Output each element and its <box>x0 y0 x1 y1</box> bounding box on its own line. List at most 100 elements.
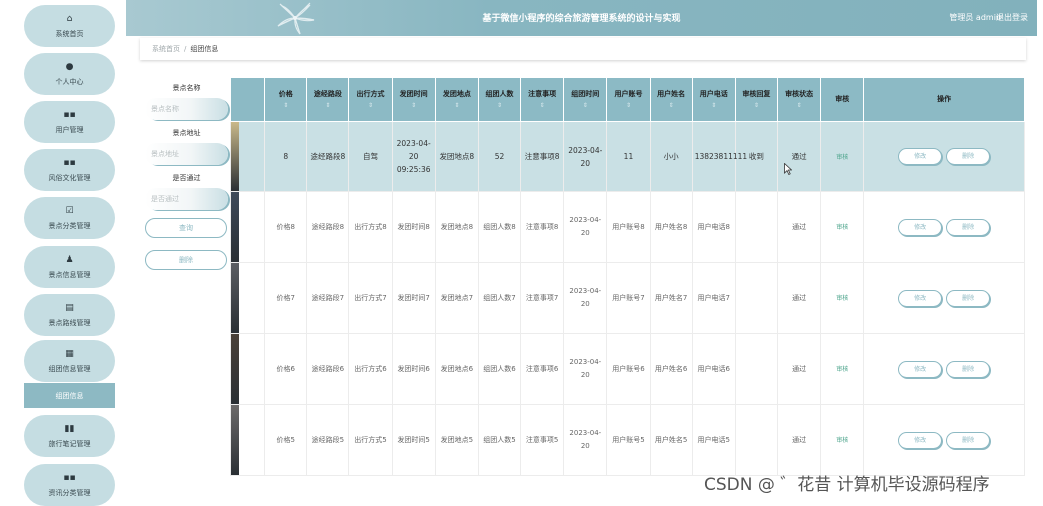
sidebar-item[interactable]: ▪▪ 资讯分类管理 <box>24 464 115 506</box>
sidebar-item[interactable]: ▤ 景点路线管理 <box>24 294 115 336</box>
column-header[interactable]: 注意事项 ⇕ <box>520 77 565 122</box>
column-header[interactable]: 用户电话 ⇕ <box>691 77 736 122</box>
edit-button[interactable]: 修改 <box>898 148 943 165</box>
logout-link[interactable]: 退出登录 <box>996 12 1028 23</box>
delete-button[interactable]: 删除 <box>946 289 991 307</box>
cell-depart-place: 发团地点6 <box>434 333 479 405</box>
sort-icon[interactable]: ⇕ <box>607 100 649 111</box>
audit-link[interactable]: 审核 <box>836 295 848 302</box>
column-header[interactable]: 审核状态 ⇕ <box>776 77 822 122</box>
cell-phone: 用户电话5 <box>691 404 736 476</box>
cell-count: 组团人数5 <box>477 404 522 476</box>
delete-button[interactable]: 删除 <box>946 431 991 449</box>
column-header-label: 用户账号 <box>614 89 643 98</box>
column-header[interactable]: 审核回复 ⇕ <box>734 77 779 122</box>
cell-actions: 修改 删除 <box>863 121 1025 192</box>
column-header[interactable]: 途经路段 ⇕ <box>306 77 350 122</box>
column-header-label: 组团时间 <box>571 89 600 98</box>
cell-mode: 出行方式8 <box>348 191 393 263</box>
query-button[interactable]: 查询 <box>145 218 227 238</box>
sort-icon[interactable]: ⇕ <box>307 100 348 111</box>
sort-icon[interactable]: ⇕ <box>736 100 777 111</box>
current-user: 管理员 admin <box>949 13 1001 22</box>
sort-icon[interactable]: ⇕ <box>693 100 735 111</box>
spot-thumbnail-image <box>231 192 239 262</box>
sort-icon[interactable]: ⇕ <box>265 100 306 111</box>
audit-link[interactable]: 审核 <box>836 366 848 373</box>
cell-group-time: 2023-04-20 <box>563 121 608 192</box>
delete-selected-button[interactable]: 删除 <box>145 250 227 270</box>
cell-route: 途经路段7 <box>306 262 350 334</box>
sidebar-item-label: 旅行笔记管理 <box>48 439 91 448</box>
sort-icon[interactable]: ⇕ <box>564 100 606 111</box>
table-row[interactable]: 8 途经路段8 自驾 2023-04-20 09:25:36 发团地点8 52 注意事项8 2… <box>230 121 1025 192</box>
table-row[interactable]: 价格5 途经路段5 出行方式5 发团时间5 发团地点5 组团人数5 注意事项5 2023-04… <box>230 404 1025 476</box>
sort-icon[interactable]: ⇕ <box>479 100 520 111</box>
cell-audit: 审核 <box>820 121 865 192</box>
sidebar-item[interactable]: ● 个人中心 <box>24 53 115 95</box>
spot-thumbnail-image <box>231 334 239 404</box>
grid-icon: ▪▪ <box>63 109 76 120</box>
cell-depart-place: 发团地点7 <box>434 262 479 334</box>
sidebar-item[interactable]: ♟ 景点信息管理 <box>24 246 115 288</box>
cell-reply <box>734 404 779 476</box>
column-header[interactable]: 出行方式 ⇕ <box>348 77 393 122</box>
audit-link[interactable]: 审核 <box>836 154 848 161</box>
cell-actions: 修改 删除 <box>863 191 1025 263</box>
audit-link[interactable]: 审核 <box>836 437 848 444</box>
column-header[interactable]: 价格 ⇕ <box>264 77 308 122</box>
spot-thumbnail-image <box>231 263 239 333</box>
column-header[interactable]: 组团人数 ⇕ <box>477 77 522 122</box>
spot-address-input[interactable] <box>145 143 228 165</box>
sort-icon[interactable]: ⇕ <box>349 100 391 111</box>
sidebar-item[interactable]: ▮▮ 旅行笔记管理 <box>24 415 115 457</box>
app-title: 基于微信小程序的综合旅游管理系统的设计与实现 <box>482 14 681 24</box>
sidebar-item[interactable]: ▪▪ 风俗文化管理 <box>24 149 115 191</box>
sidebar-item-label: 景点路线管理 <box>48 318 91 327</box>
delete-button[interactable]: 删除 <box>946 218 991 236</box>
column-header[interactable]: 用户账号 ⇕ <box>606 77 651 122</box>
sidebar-item-label: 组团信息管理 <box>48 364 91 373</box>
edit-button[interactable]: 修改 <box>898 289 943 307</box>
sidebar-item[interactable]: ⌂ 系统首页 <box>24 5 115 47</box>
sort-icon[interactable]: ⇕ <box>778 100 820 111</box>
mouse-cursor-icon <box>784 163 792 175</box>
column-header[interactable]: 组团时间 ⇕ <box>563 77 608 122</box>
column-header-label: 操作 <box>937 95 952 103</box>
delete-button[interactable]: 删除 <box>946 148 991 165</box>
sort-icon[interactable]: ⇕ <box>436 100 478 111</box>
thumbnail-cell <box>230 121 266 192</box>
cell-depart-time: 2023-04-20 09:25:36 <box>391 121 436 192</box>
sidebar-item-label: 个人中心 <box>55 77 84 86</box>
sidebar-item[interactable]: ▪▪ 用户管理 <box>24 101 115 143</box>
sort-icon[interactable]: ⇕ <box>521 100 563 111</box>
pass-status-select[interactable] <box>145 188 228 210</box>
column-header-label: 审核 <box>835 95 850 103</box>
delete-button[interactable]: 删除 <box>946 360 991 378</box>
group-info-table: 价格 ⇕ 途经路段 ⇕ 出行方式 ⇕ 发团时间 ⇕ 发团地点 ⇕ 组团人数 ⇕ 注意事项 ⇕ 组团时间 ⇕ 用户… <box>230 77 1025 502</box>
column-header-label: 途经路段 <box>313 89 342 98</box>
column-header[interactable]: 发团时间 ⇕ <box>391 77 436 122</box>
cell-reply <box>734 262 779 334</box>
audit-link[interactable]: 审核 <box>836 224 848 231</box>
thumbnail-cell <box>230 191 266 263</box>
edit-button[interactable]: 修改 <box>898 431 943 449</box>
cell-mode: 出行方式5 <box>348 404 393 476</box>
sidebar-subitem-active[interactable]: 组团信息 <box>24 383 115 408</box>
sort-icon[interactable]: ⇕ <box>393 100 435 111</box>
column-header[interactable]: 用户姓名 ⇕ <box>649 77 693 122</box>
sort-icon[interactable]: ⇕ <box>651 100 692 111</box>
column-header[interactable]: 发团地点 ⇕ <box>434 77 479 122</box>
edit-button[interactable]: 修改 <box>898 218 943 236</box>
cell-price: 价格6 <box>264 333 308 405</box>
sidebar-item[interactable]: ▦ 组团信息管理 <box>24 340 115 382</box>
table-row[interactable]: 价格6 途经路段6 出行方式6 发团时间6 发团地点6 组团人数6 注意事项6 2023-04… <box>230 333 1025 405</box>
column-header-label: 价格 <box>278 89 293 98</box>
sidebar-item[interactable]: ☑ 景点分类管理 <box>24 197 115 239</box>
table-row[interactable]: 价格8 途经路段8 出行方式8 发团时间8 发团地点8 组团人数8 注意事项8 2023-04… <box>230 191 1025 263</box>
table-row[interactable]: 价格7 途经路段7 出行方式7 发团时间7 发团地点7 组团人数7 注意事项7 2023-04… <box>230 262 1025 334</box>
sidebar-item-label: 风俗文化管理 <box>48 173 91 182</box>
spot-name-input[interactable] <box>145 98 228 120</box>
edit-button[interactable]: 修改 <box>898 360 943 378</box>
breadcrumb-home[interactable]: 系统首页 <box>152 44 180 54</box>
